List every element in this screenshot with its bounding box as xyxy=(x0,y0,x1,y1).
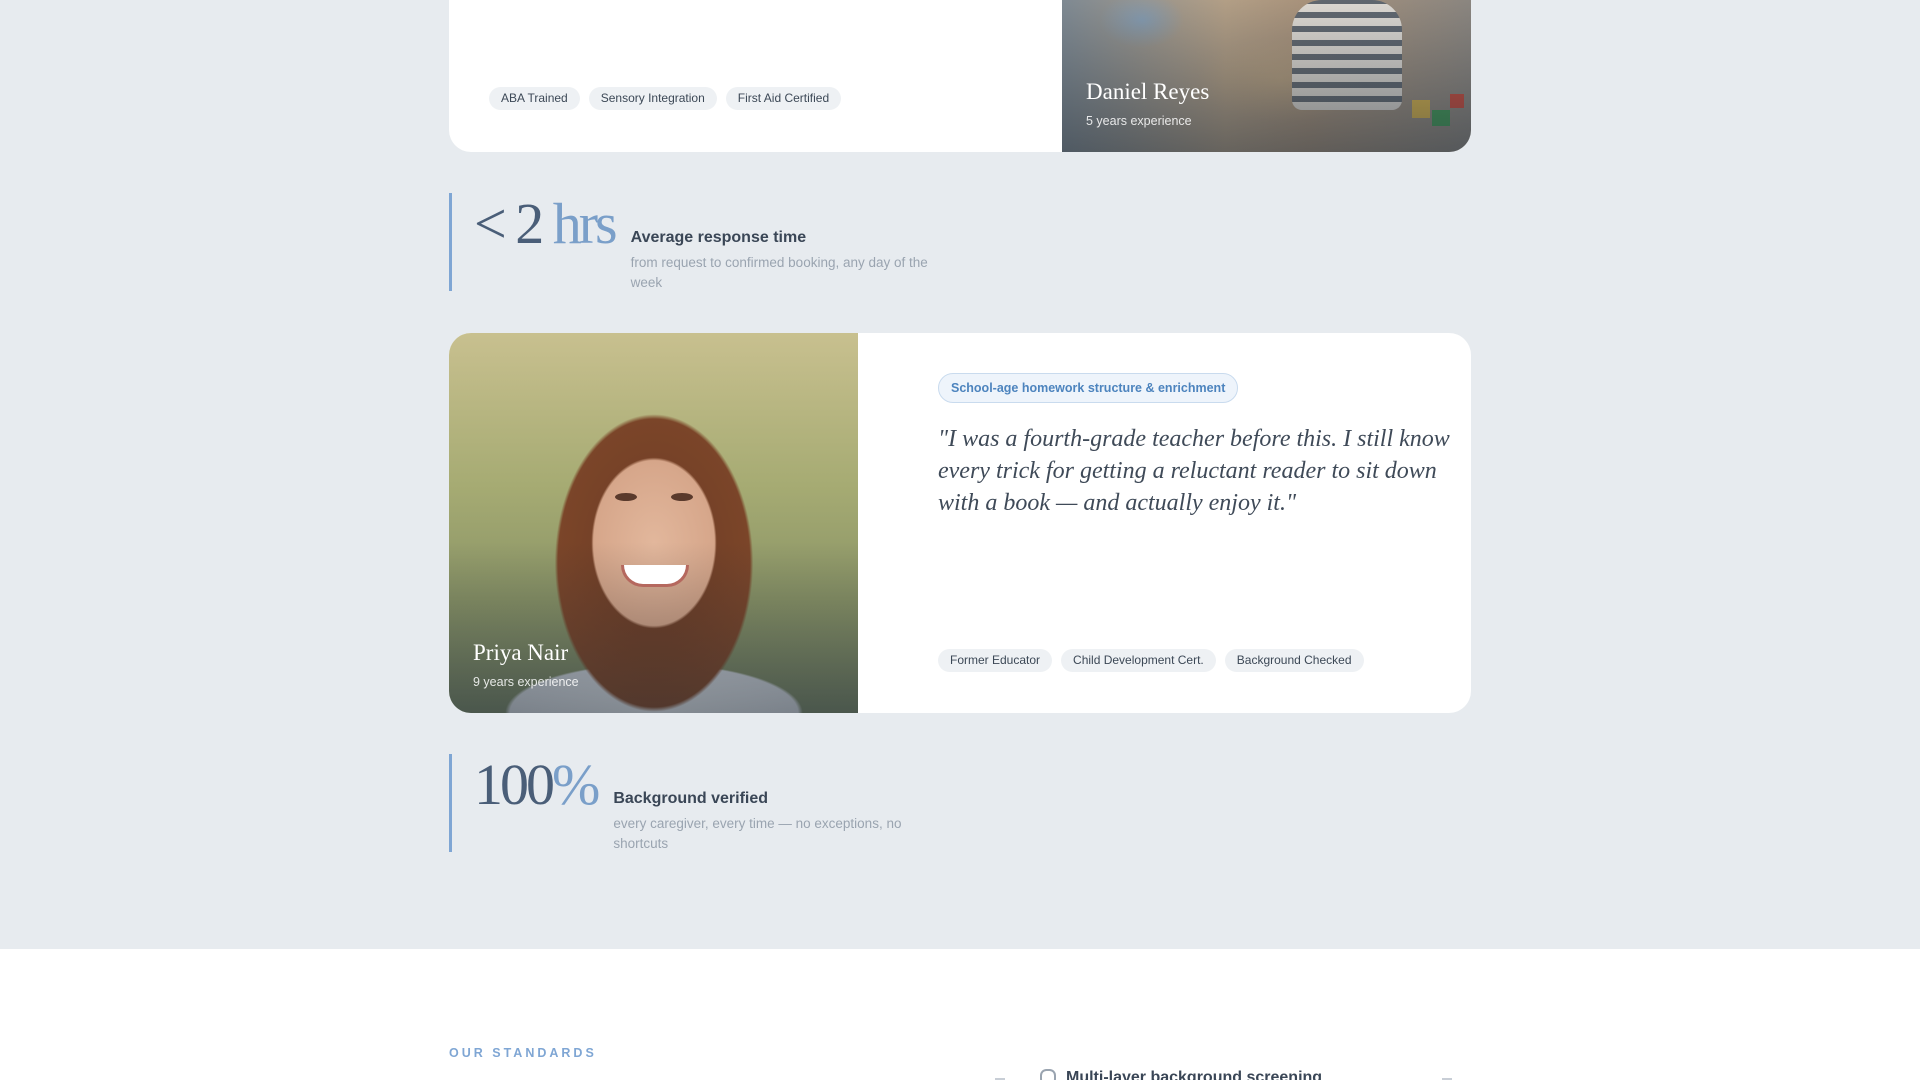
photo-detail xyxy=(615,493,637,501)
caregiver-tags: Former Educator Child Development Cert. … xyxy=(938,649,1364,673)
toy-block xyxy=(1432,110,1450,126)
caregiver-tags: ABA Trained Sensory Integration First Ai… xyxy=(489,87,842,111)
photo-caption: Priya Nair 9 years experience xyxy=(473,639,579,689)
stat-value-unit: hrs xyxy=(552,191,618,256)
standard-item-label: Multi-layer background screening xyxy=(1066,1069,1323,1080)
section-eyebrow: OUR STANDARDS xyxy=(449,1046,597,1060)
caregiver-content: School-age homework structure & enrichme… xyxy=(898,333,1471,713)
toy-block xyxy=(1412,100,1430,118)
tag: ABA Trained xyxy=(489,87,580,111)
caregiver-photo-priya: Priya Nair 9 years experience xyxy=(449,333,858,713)
caregiver-card-daniel[interactable]: ABA Trained Sensory Integration First Ai… xyxy=(449,0,1471,152)
caregiver-name: Daniel Reyes xyxy=(1086,79,1210,105)
stat-value-number: < 2 xyxy=(474,191,553,256)
caregiver-card-priya[interactable]: Priya Nair 9 years experience School-age… xyxy=(449,333,1471,713)
stat-subtitle: every caregiver, every time — no excepti… xyxy=(613,816,902,851)
tag: Background Checked xyxy=(1224,649,1364,673)
tag: First Aid Certified xyxy=(725,87,842,111)
tag: Sensory Integration xyxy=(588,87,717,111)
toy-block xyxy=(1450,94,1464,108)
stat-title: Background verified xyxy=(613,790,769,807)
standards-section: OUR STANDARDS Multi-layer background scr… xyxy=(0,949,1920,1080)
tag: Former Educator xyxy=(938,649,1053,673)
caregiver-quote: "I was a fourth-grade teacher before thi… xyxy=(938,426,1450,516)
standard-item[interactable]: Multi-layer background screening xyxy=(1040,1069,1322,1080)
caregiver-experience: 5 years experience xyxy=(1086,114,1192,128)
caregiver-experience: 9 years experience xyxy=(473,675,579,689)
stat-value: 100% xyxy=(474,756,600,814)
stat-subtitle: from request to confirmed booking, any d… xyxy=(630,255,928,290)
photo-caption: Daniel Reyes 5 years experience xyxy=(1086,78,1209,128)
stat-response-time: < 2 hrs Average response time from reque… xyxy=(449,193,961,291)
photo-detail xyxy=(621,565,689,587)
stat-text: Background verified every caregiver, eve… xyxy=(613,790,943,854)
stat-text: Average response time from request to co… xyxy=(631,229,961,293)
specialty-badge: School-age homework structure & enrichme… xyxy=(938,373,1239,403)
stat-background-verified: 100% Background verified every caregiver… xyxy=(449,754,943,852)
stat-value: < 2 hrs xyxy=(474,195,618,253)
stat-title: Average response time xyxy=(630,229,807,246)
caregiver-name: Priya Nair xyxy=(473,640,569,666)
tag: Child Development Cert. xyxy=(1061,649,1216,673)
stat-value-unit: % xyxy=(552,752,600,817)
stat-value-number: 100 xyxy=(474,752,555,817)
caregiver-photo-daniel: Daniel Reyes 5 years experience xyxy=(1062,0,1471,152)
photo-detail xyxy=(671,493,693,501)
shield-icon xyxy=(1040,1069,1056,1080)
